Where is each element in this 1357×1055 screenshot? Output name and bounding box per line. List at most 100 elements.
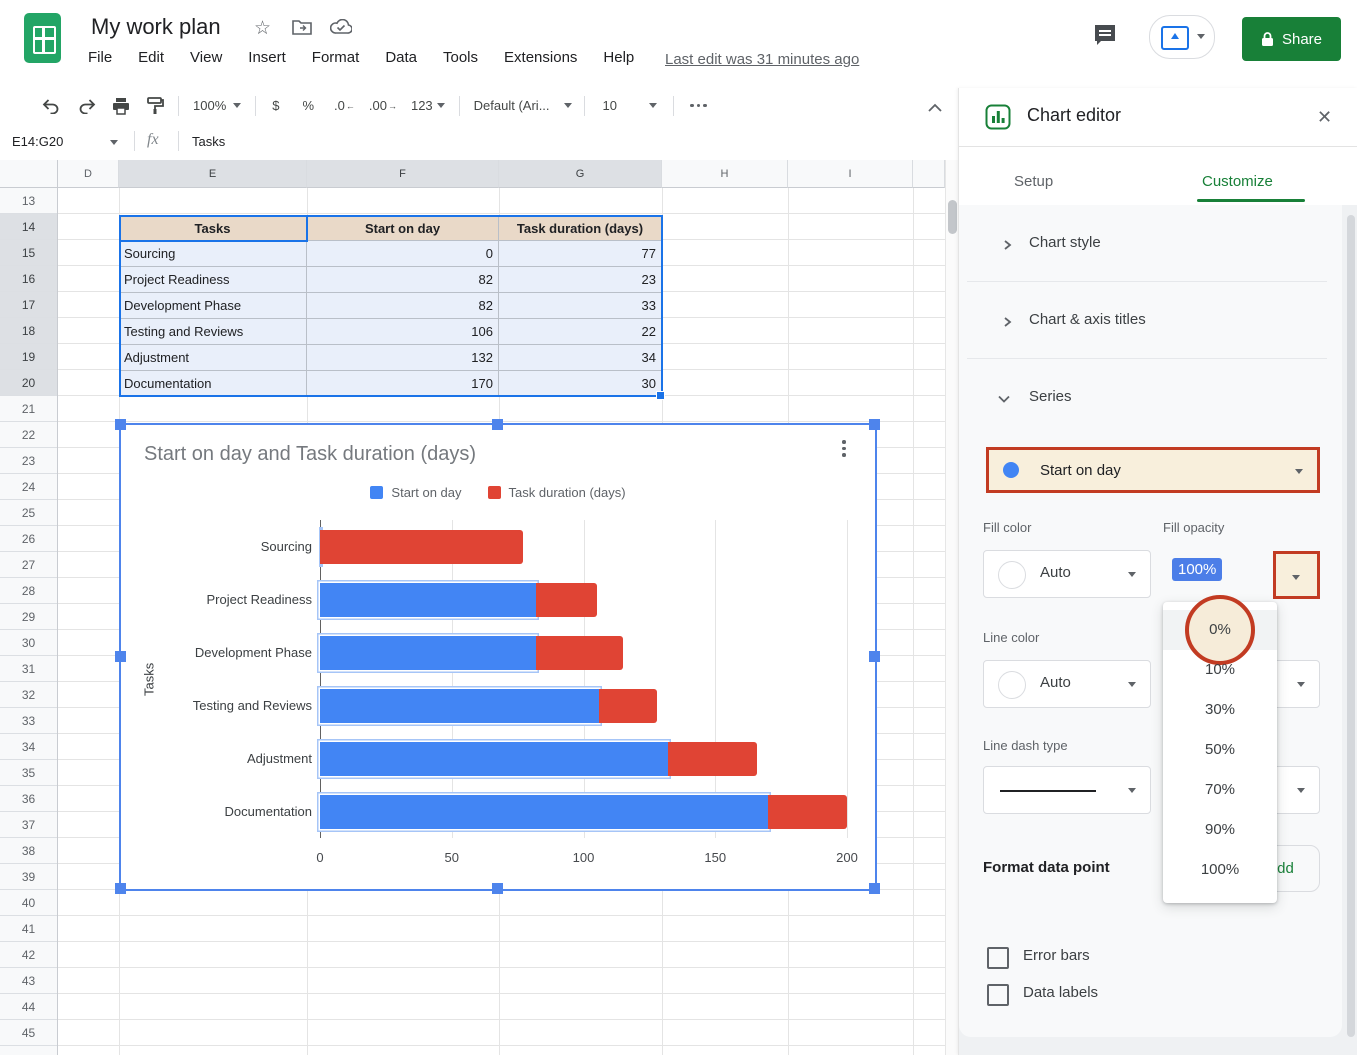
row-header-17[interactable]: 17 xyxy=(0,292,57,318)
embedded-chart[interactable]: Start on day and Task duration (days) St… xyxy=(121,425,875,889)
present-button[interactable] xyxy=(1149,15,1215,59)
share-button[interactable]: Share xyxy=(1242,17,1341,61)
close-icon[interactable]: ✕ xyxy=(1315,105,1334,130)
table-cell[interactable]: 34 xyxy=(499,345,662,371)
decrease-decimal-button[interactable]: .0← xyxy=(334,98,355,113)
formula-input[interactable]: Tasks xyxy=(192,134,225,149)
row-header-31[interactable]: 31 xyxy=(0,656,57,682)
chevron-right-icon[interactable] xyxy=(1001,315,1013,333)
bar-task-duration[interactable] xyxy=(536,636,623,670)
print-button[interactable] xyxy=(112,97,130,115)
table-cell[interactable]: 23 xyxy=(499,267,662,293)
table-cell[interactable]: 82 xyxy=(307,267,499,293)
table-cell[interactable]: 77 xyxy=(499,241,662,267)
column-header-e[interactable]: E xyxy=(119,160,307,188)
tab-customize[interactable]: Customize xyxy=(1202,173,1273,190)
row-header-37[interactable]: 37 xyxy=(0,812,57,838)
chart-resize-handle[interactable] xyxy=(869,651,880,662)
cloud-saved-icon[interactable] xyxy=(330,19,352,41)
more-formats-button[interactable]: 123 xyxy=(411,98,445,113)
row-header-30[interactable]: 30 xyxy=(0,630,57,656)
table-cell[interactable]: Testing and Reviews xyxy=(119,319,307,345)
chart-resize-handle[interactable] xyxy=(869,883,880,894)
fill-opacity-input[interactable]: 100% xyxy=(1172,558,1222,581)
row-header-21[interactable]: 21 xyxy=(0,396,57,422)
chart-resize-handle[interactable] xyxy=(115,651,126,662)
column-header-i[interactable]: I xyxy=(788,160,913,188)
fill-opacity-option-70[interactable]: 70% xyxy=(1163,770,1277,810)
fill-color-dropdown[interactable]: Auto xyxy=(983,550,1151,598)
name-box[interactable]: E14:G20 xyxy=(12,134,63,149)
chevron-right-icon[interactable] xyxy=(1001,238,1013,256)
row-header-36[interactable]: 36 xyxy=(0,786,57,812)
bar-task-duration[interactable] xyxy=(668,742,758,776)
row-header-26[interactable]: 26 xyxy=(0,526,57,552)
document-title[interactable]: My work plan xyxy=(91,14,221,40)
table-cell[interactable]: Development Phase xyxy=(119,293,307,319)
row-header-16[interactable]: 16 xyxy=(0,266,57,292)
bar-task-duration[interactable] xyxy=(536,583,597,617)
bar-start-on-day[interactable] xyxy=(320,583,536,617)
select-all-corner[interactable] xyxy=(0,160,58,188)
table-header-cell[interactable]: Start on day xyxy=(307,215,499,241)
row-header-29[interactable]: 29 xyxy=(0,604,57,630)
table-cell[interactable]: 106 xyxy=(307,319,499,345)
sheets-logo-icon[interactable] xyxy=(24,13,61,63)
row-header-19[interactable]: 19 xyxy=(0,344,57,370)
comment-history-icon[interactable] xyxy=(1092,23,1118,53)
bar-task-duration[interactable] xyxy=(320,530,523,564)
line-color-dropdown[interactable]: Auto xyxy=(983,660,1151,708)
scrollbar-thumb[interactable] xyxy=(948,200,957,234)
fill-opacity-option-50[interactable]: 50% xyxy=(1163,730,1277,770)
table-cell[interactable]: Sourcing xyxy=(119,241,307,267)
menu-view[interactable]: View xyxy=(190,49,222,66)
row-header-39[interactable]: 39 xyxy=(0,864,57,890)
row-header-23[interactable]: 23 xyxy=(0,448,57,474)
menu-extensions[interactable]: Extensions xyxy=(504,49,577,66)
format-percent-button[interactable]: % xyxy=(302,98,314,113)
chart-resize-handle[interactable] xyxy=(492,419,503,430)
row-header-14[interactable]: 14 xyxy=(0,214,57,240)
star-icon[interactable]: ☆ xyxy=(254,17,271,40)
row-header-44[interactable]: 44 xyxy=(0,994,57,1020)
chart-resize-handle[interactable] xyxy=(115,419,126,430)
bar-task-duration[interactable] xyxy=(599,689,657,723)
fill-opacity-dropdown-button[interactable] xyxy=(1273,551,1320,599)
row-header-18[interactable]: 18 xyxy=(0,318,57,344)
tab-setup[interactable]: Setup xyxy=(1014,173,1053,190)
table-cell[interactable]: Project Readiness xyxy=(119,267,307,293)
table-cell[interactable]: Adjustment xyxy=(119,345,307,371)
menu-data[interactable]: Data xyxy=(385,49,417,66)
undo-button[interactable] xyxy=(42,98,60,114)
row-header-41[interactable]: 41 xyxy=(0,916,57,942)
format-currency-button[interactable]: $ xyxy=(272,98,279,113)
section-series[interactable]: Series xyxy=(1029,388,1072,405)
table-header-cell[interactable]: Task duration (days) xyxy=(499,215,662,241)
bar-task-duration[interactable] xyxy=(768,795,847,829)
row-header-38[interactable]: 38 xyxy=(0,838,57,864)
row-header-42[interactable]: 42 xyxy=(0,942,57,968)
row-header-28[interactable]: 28 xyxy=(0,578,57,604)
menu-help[interactable]: Help xyxy=(603,49,634,66)
spreadsheet-grid[interactable]: DEFGHI 131415161718192021222324252627282… xyxy=(0,160,958,1055)
chart-resize-handle[interactable] xyxy=(869,419,880,430)
row-header-24[interactable]: 24 xyxy=(0,474,57,500)
table-cell[interactable]: Documentation xyxy=(119,371,307,397)
row-header-34[interactable]: 34 xyxy=(0,734,57,760)
fill-opacity-option-100[interactable]: 100% xyxy=(1163,850,1277,890)
row-header-25[interactable]: 25 xyxy=(0,500,57,526)
more-toolbar-options-button[interactable] xyxy=(690,104,707,108)
row-header-45[interactable]: 45 xyxy=(0,1020,57,1046)
hide-menus-chevron-icon[interactable] xyxy=(928,99,942,117)
last-edit-link[interactable]: Last edit was 31 minutes ago xyxy=(665,51,859,68)
menu-file[interactable]: File xyxy=(88,49,112,66)
column-header-h[interactable]: H xyxy=(662,160,788,188)
row-header-20[interactable]: 20 xyxy=(0,370,57,396)
panel-scrollbar-thumb[interactable] xyxy=(1347,215,1355,1037)
move-folder-icon[interactable] xyxy=(292,19,312,41)
increase-decimal-button[interactable]: .00→ xyxy=(369,98,397,113)
sheet-vertical-scrollbar[interactable] xyxy=(945,160,958,1055)
menu-tools[interactable]: Tools xyxy=(443,49,478,66)
section-chart-axis-titles[interactable]: Chart & axis titles xyxy=(1029,311,1146,328)
bar-start-on-day[interactable] xyxy=(320,636,536,670)
